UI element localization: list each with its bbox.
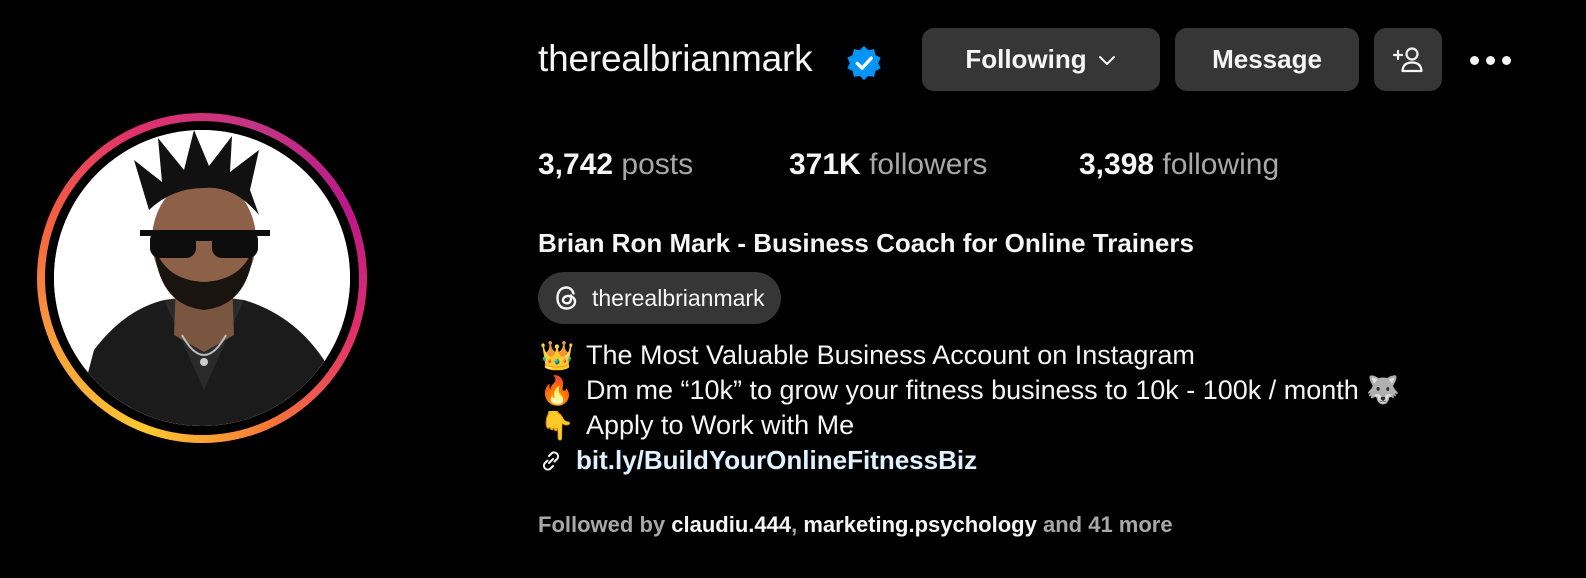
message-button-label: Message	[1212, 44, 1322, 74]
suggest-accounts-button[interactable]	[1374, 28, 1442, 91]
threads-badge[interactable]: therealbrianmark	[538, 272, 781, 324]
more-dot	[1501, 55, 1511, 65]
bio-link-row: bit.ly/BuildYourOnlineFitnessBiz	[538, 445, 977, 476]
followed-by-separator: ,	[791, 512, 798, 537]
profile-avatar-ring[interactable]	[37, 113, 367, 443]
bio-line: 👇 Apply to Work with Me	[538, 408, 855, 442]
bio-text: Apply to Work with Me	[586, 409, 855, 440]
threads-icon	[556, 286, 577, 310]
threads-handle: therealbrianmark	[592, 284, 765, 311]
posts-stat: 3,742 posts	[538, 148, 693, 182]
more-options-icon[interactable]	[1462, 40, 1518, 80]
fire-icon: 🔥	[539, 373, 575, 407]
bio-line: 🔥 Dm me “10k” to grow your fitness busin…	[538, 373, 1400, 407]
chevron-down-icon	[1098, 55, 1115, 65]
more-dot	[1485, 55, 1495, 65]
followed-by-prefix: Followed by	[538, 512, 666, 537]
followers-label: followers	[869, 148, 988, 181]
profile-full-name: Brian Ron Mark - Business Coach for Onli…	[538, 228, 1194, 258]
bio-text: Dm me “10k” to grow your fitness busines…	[586, 375, 1400, 405]
more-dot	[1469, 55, 1479, 65]
profile-username: therealbrianmark	[538, 38, 813, 79]
avatar-photo	[54, 130, 350, 426]
followers-stat[interactable]: 371K followers	[789, 148, 987, 182]
follower-username[interactable]: claudiu.444	[671, 512, 791, 537]
verified-badge-icon	[847, 45, 881, 81]
followed-by[interactable]: Followed by claudiu.444, marketing.psych…	[538, 512, 1173, 538]
posts-count: 3,742	[538, 148, 614, 181]
follower-username[interactable]: marketing.psychology	[803, 512, 1037, 537]
message-button[interactable]: Message	[1175, 28, 1359, 91]
bio-text: The Most Valuable Business Account on In…	[586, 339, 1195, 370]
following-stat[interactable]: 3,398 following	[1079, 148, 1279, 182]
crown-icon: 👑	[539, 338, 575, 372]
bio-link[interactable]: bit.ly/BuildYourOnlineFitnessBiz	[576, 445, 977, 476]
add-user-icon	[1392, 46, 1423, 72]
following-count: 3,398	[1079, 148, 1155, 181]
posts-label: posts	[621, 148, 694, 181]
following-button[interactable]: Following	[922, 28, 1160, 91]
link-icon	[542, 450, 560, 471]
following-button-label: Following	[965, 44, 1087, 74]
followers-count: 371K	[789, 148, 861, 181]
following-label: following	[1162, 148, 1280, 181]
bio-line: 👑 The Most Valuable Business Account on …	[538, 338, 1195, 372]
avatar[interactable]	[54, 130, 350, 426]
pointing-down-icon: 👇	[539, 408, 575, 442]
followed-by-suffix: and 41 more	[1042, 512, 1173, 537]
